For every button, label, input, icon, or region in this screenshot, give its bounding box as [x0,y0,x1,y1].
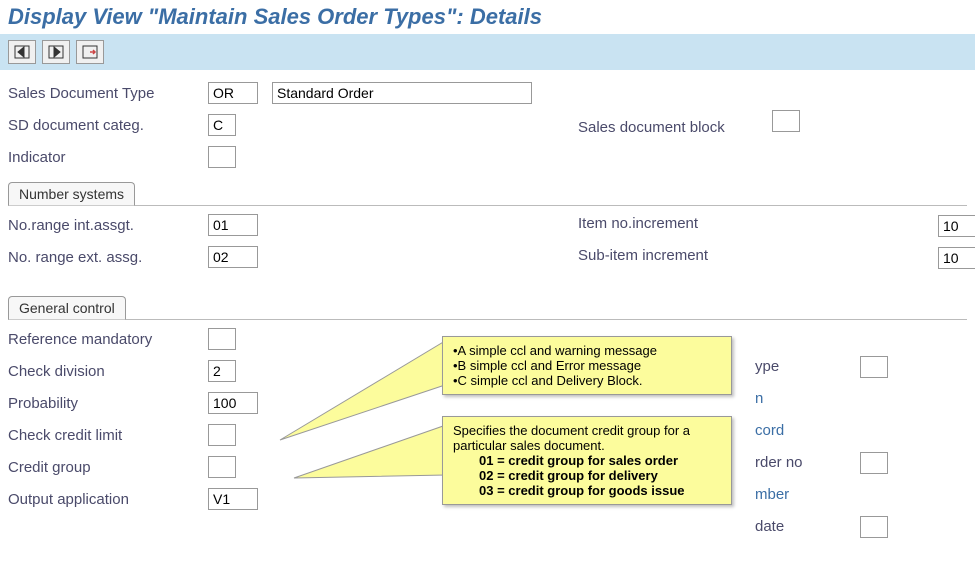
sales-doc-block-label: Sales document block [578,119,768,136]
sd-doc-categ-field[interactable]: C [208,114,236,136]
general-control-tab: General control [8,296,126,320]
partial-type-label: ype [755,358,955,375]
check-credit-label: Check credit limit [8,427,208,444]
partial-orderno-field[interactable] [860,452,888,474]
check-division-field[interactable]: 2 [208,360,236,382]
subitem-incr-field[interactable]: 10 [938,247,975,269]
sales-doc-type-desc-field[interactable]: Standard Order [272,82,532,104]
no-range-ext-field[interactable]: 02 [208,246,258,268]
sales-doc-type-field[interactable]: OR [208,82,258,104]
credit-group-label: Credit group [8,459,208,476]
item-incr-label: Item no.increment [578,215,768,232]
partial-number-label: mber [755,486,789,503]
callout-1-line-3: •C simple ccl and Delivery Block. [453,373,721,388]
ref-mandatory-label: Reference mandatory [8,331,208,348]
callout-1-line-2: •B simple ccl and Error message [453,358,721,373]
partial-orderno-label: rder no [755,454,955,471]
item-incr-field[interactable]: 10 [938,215,975,237]
partial-date-field[interactable] [860,516,888,538]
subitem-incr-label: Sub-item increment [578,247,768,264]
check-credit-field[interactable] [208,424,236,446]
sales-doc-block-field[interactable] [772,110,800,132]
sales-doc-type-label: Sales Document Type [8,85,208,102]
exit-icon [82,45,98,59]
no-range-ext-label: No. range ext. assg. [8,249,208,266]
exit-button[interactable] [76,40,104,64]
no-range-int-field[interactable]: 01 [208,214,258,236]
arrow-left-icon [14,45,30,59]
page-title: Display View "Maintain Sales Order Types… [0,0,975,34]
check-division-label: Check division [8,363,208,380]
callout-2-l3: 03 = credit group for goods issue [453,483,721,498]
indicator-field[interactable] [208,146,236,168]
toolbar [0,34,975,70]
next-button[interactable] [42,40,70,64]
partial-type-field[interactable] [860,356,888,378]
output-app-field[interactable]: V1 [208,488,258,510]
callout-check-credit: •A simple ccl and warning message •B sim… [442,336,732,395]
number-systems-tab: Number systems [8,182,135,206]
partial-record-label: cord [755,422,784,439]
ref-mandatory-field[interactable] [208,328,236,350]
callout-2-l1: 01 = credit group for sales order [453,453,721,468]
callout-1-line-1: •A simple ccl and warning message [453,343,721,358]
indicator-label: Indicator [8,149,208,166]
sd-doc-categ-label: SD document categ. [8,117,208,134]
credit-group-field[interactable] [208,456,236,478]
callout-credit-group: Specifies the document credit group for … [442,416,732,505]
callout-2-intro: Specifies the document credit group for … [453,423,721,453]
prev-button[interactable] [8,40,36,64]
arrow-right-icon [48,45,64,59]
no-range-int-label: No.range int.assgt. [8,217,208,234]
partial-date-label: date [755,518,955,535]
output-app-label: Output application [8,491,208,508]
callout-2-l2: 02 = credit group for delivery [453,468,721,483]
partial-n-label: n [755,390,763,407]
probability-label: Probability [8,395,208,412]
probability-field[interactable]: 100 [208,392,258,414]
